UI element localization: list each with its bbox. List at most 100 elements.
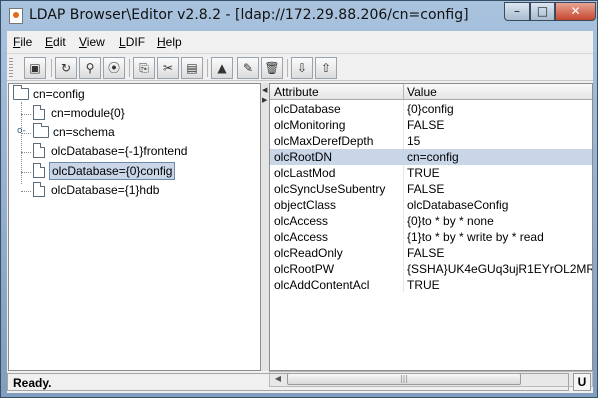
value-cell[interactable]: cn=config <box>407 150 459 164</box>
app-window: LDAP Browser\Editor v2.8.2 - [ldap://172… <box>0 0 598 398</box>
close-button[interactable]: ✕ <box>555 2 596 21</box>
toolbar-separator <box>129 59 130 77</box>
client-area: File Edit View LDIF Help ▣ ↻ ⚲ ⦿ ⎘ ✂ ▤ ▲… <box>7 31 593 393</box>
value-cell[interactable]: TRUE <box>407 278 440 292</box>
tree-node-label: cn=module{0} <box>51 106 125 120</box>
menu-bar: File Edit View LDIF Help <box>7 31 593 53</box>
tree-connector <box>21 152 31 153</box>
table-row[interactable]: olcAddContentAcl TRUE <box>270 277 592 293</box>
tree-node-label: olcDatabase={0}config <box>49 162 176 180</box>
document-icon <box>33 143 45 158</box>
split-pane-divider[interactable]: ◀ ▶ <box>261 83 269 371</box>
toolbar-separator <box>51 59 52 77</box>
collapse-right-icon[interactable]: ▶ <box>262 96 267 104</box>
table-row[interactable]: olcMaxDerefDepth 15 <box>270 133 592 149</box>
column-header-value[interactable]: Value <box>407 85 437 99</box>
directory-tree[interactable]: cn=config cn=module{0} o- cn=schema olcD… <box>8 83 261 371</box>
tree-node-selected[interactable]: olcDatabase={0}config <box>33 161 193 181</box>
table-row[interactable]: olcReadOnly FALSE <box>270 245 592 261</box>
collapse-left-icon[interactable]: ◀ <box>262 86 267 94</box>
tree-connector <box>21 114 31 115</box>
tree-node-root[interactable]: cn=config <box>13 84 103 104</box>
status-field: U <box>573 373 591 391</box>
attribute-cell[interactable]: olcSyncUseSubentry <box>274 182 385 196</box>
value-cell[interactable]: 15 <box>407 134 420 148</box>
attribute-cell[interactable]: olcMonitoring <box>274 118 345 132</box>
table-row[interactable]: olcSyncUseSubentry FALSE <box>270 181 592 197</box>
cut-icon[interactable]: ✂ <box>157 57 179 79</box>
menu-ldif[interactable]: LDIF <box>119 35 145 49</box>
tree-node[interactable]: cn=schema <box>33 122 153 142</box>
tree-connector <box>21 191 31 192</box>
window-title: LDAP Browser\Editor v2.8.2 - [ldap://172… <box>29 7 469 23</box>
copy-icon[interactable]: ⎘ <box>133 57 155 79</box>
attribute-cell[interactable]: olcAccess <box>274 230 328 244</box>
attribute-cell[interactable]: olcDatabase <box>274 102 341 116</box>
value-cell[interactable]: olcDatabaseConfig <box>407 198 508 212</box>
toolbar-grip[interactable] <box>9 58 13 78</box>
tree-node-label: cn=config <box>33 87 85 101</box>
edit-icon[interactable]: ✎ <box>237 57 259 79</box>
menu-view[interactable]: View <box>79 35 105 49</box>
refresh-icon[interactable]: ↻ <box>55 57 77 79</box>
table-row[interactable]: olcAccess {1}to * by * write by * read <box>270 229 592 245</box>
tree-node[interactable]: olcDatabase={1}hdb <box>33 180 193 200</box>
value-cell[interactable]: {0}to * by * none <box>407 214 494 228</box>
table-header: Attribute Value <box>270 84 592 100</box>
attribute-cell[interactable]: olcAccess <box>274 214 328 228</box>
value-cell[interactable]: FALSE <box>407 182 444 196</box>
connect-icon[interactable]: ▣ <box>24 57 46 79</box>
tree-connector <box>21 172 31 173</box>
title-bar[interactable]: LDAP Browser\Editor v2.8.2 - [ldap://172… <box>1 1 597 31</box>
import-icon[interactable]: ⇩ <box>291 57 313 79</box>
maximize-button[interactable]: □ <box>530 2 555 21</box>
export-icon[interactable]: ⇧ <box>315 57 337 79</box>
value-cell[interactable]: {1}to * by * write by * read <box>407 230 544 244</box>
status-text: Ready. <box>13 376 52 390</box>
table-row[interactable]: olcMonitoring FALSE <box>270 117 592 133</box>
folder-icon <box>33 123 49 138</box>
attribute-cell[interactable]: olcRootDN <box>274 150 332 164</box>
tree-node-label: olcDatabase={-1}frontend <box>51 144 188 158</box>
document-icon <box>33 163 45 178</box>
column-resize-handle[interactable] <box>403 84 404 100</box>
document-icon <box>33 182 45 197</box>
table-row[interactable]: olcDatabase {0}config <box>270 101 592 117</box>
table-row[interactable]: olcRootDN cn=config <box>270 149 592 165</box>
folder-open-icon <box>13 85 29 100</box>
minimize-button[interactable]: – <box>504 2 530 21</box>
value-cell[interactable]: FALSE <box>407 246 444 260</box>
table-row[interactable]: olcLastMod TRUE <box>270 165 592 181</box>
column-header-attribute[interactable]: Attribute <box>274 85 319 99</box>
attribute-cell[interactable]: olcRootPW <box>274 262 334 276</box>
search-entry-icon[interactable]: ⚲ <box>79 57 101 79</box>
value-cell[interactable]: {SSHA}UK4eGUq3ujR1EYrOL2MRi <box>407 262 592 276</box>
value-cell[interactable]: TRUE <box>407 166 440 180</box>
table-row[interactable]: olcAccess {0}to * by * none <box>270 213 592 229</box>
document-icon <box>33 105 45 120</box>
attribute-cell[interactable]: olcAddContentAcl <box>274 278 369 292</box>
table-row[interactable]: olcRootPW {SSHA}UK4eGUq3ujR1EYrOL2MRi <box>270 261 592 277</box>
tree-node[interactable]: cn=module{0} <box>33 103 153 123</box>
binoculars-icon[interactable]: ⦿ <box>103 57 125 79</box>
attribute-table[interactable]: Attribute Value olcDatabase {0}config olcM… <box>269 83 593 371</box>
expand-handle-icon[interactable]: o- <box>17 126 26 136</box>
attribute-cell[interactable]: objectClass <box>274 198 336 212</box>
menu-file[interactable]: File <box>13 35 32 49</box>
java-app-icon <box>9 8 23 24</box>
attribute-cell[interactable]: olcLastMod <box>274 166 335 180</box>
up-icon[interactable]: ▲ <box>211 57 233 79</box>
attribute-cell[interactable]: olcReadOnly <box>274 246 343 260</box>
menu-edit[interactable]: Edit <box>45 35 66 49</box>
tree-node-label: cn=schema <box>53 125 115 139</box>
menu-help[interactable]: Help <box>157 35 182 49</box>
value-cell[interactable]: FALSE <box>407 118 444 132</box>
paste-icon[interactable]: ▤ <box>181 57 203 79</box>
status-bar: Ready. <box>7 373 569 391</box>
value-cell[interactable]: {0}config <box>407 102 454 116</box>
delete-icon[interactable]: 🗑 <box>261 57 283 79</box>
tree-node[interactable]: olcDatabase={-1}frontend <box>33 141 213 161</box>
table-row[interactable]: objectClass olcDatabaseConfig <box>270 197 592 213</box>
toolbar-separator <box>207 59 208 77</box>
attribute-cell[interactable]: olcMaxDerefDepth <box>274 134 373 148</box>
